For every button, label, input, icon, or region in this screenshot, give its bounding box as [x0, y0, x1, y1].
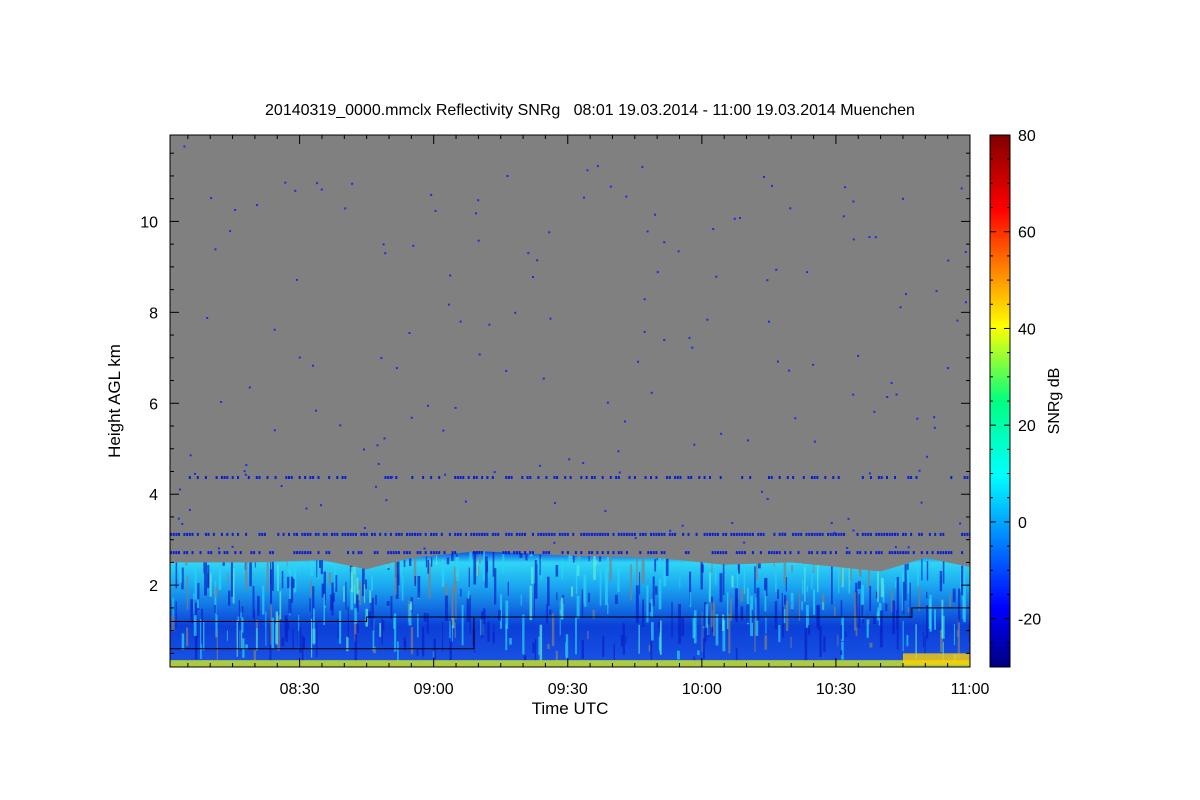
colorbar-tick-label: 60 [1018, 225, 1036, 242]
colorbar: -20 0 20 40 60 80 SNRg dB [989, 128, 1063, 668]
y-axis-label: Height AGL km [105, 344, 124, 458]
ground-clutter [170, 660, 970, 667]
y-tick-label: 8 [149, 305, 158, 322]
x-tick-label: 11:00 [951, 681, 990, 698]
ground-clutter-strong [902, 653, 970, 665]
x-tick-label: 09:30 [548, 681, 588, 698]
colorbar-tick-label: 40 [1018, 321, 1036, 338]
colorbar-label: SNRg dB [1046, 368, 1063, 435]
y-tick-label: 4 [149, 487, 158, 504]
colorbar-tick-label: 0 [1018, 515, 1027, 532]
x-tick-label: 09:00 [414, 681, 454, 698]
x-tick-label: 10:30 [816, 681, 856, 698]
colorbar-tick-label: -20 [1018, 612, 1041, 629]
x-tick-label: 10:00 [682, 681, 722, 698]
colorbar-tick-label: 20 [1018, 418, 1036, 435]
chart: 20140319_0000.mmclx Reflectivity SNRg 08… [105, 102, 1063, 718]
x-axis-label: Time UTC [532, 699, 609, 718]
y-tick-label: 10 [140, 214, 158, 231]
x-tick-label: 08:30 [280, 681, 320, 698]
plot-area: 08:30 09:00 09:30 10:00 10:30 11:00 2 4 6 8 10 [140, 134, 990, 698]
y-tick-label: 2 [149, 578, 158, 595]
y-tick-label: 6 [149, 396, 158, 413]
colorbar-tick-label: 80 [1018, 128, 1036, 145]
chart-title: 20140319_0000.mmclx Reflectivity SNRg 08… [265, 102, 915, 119]
